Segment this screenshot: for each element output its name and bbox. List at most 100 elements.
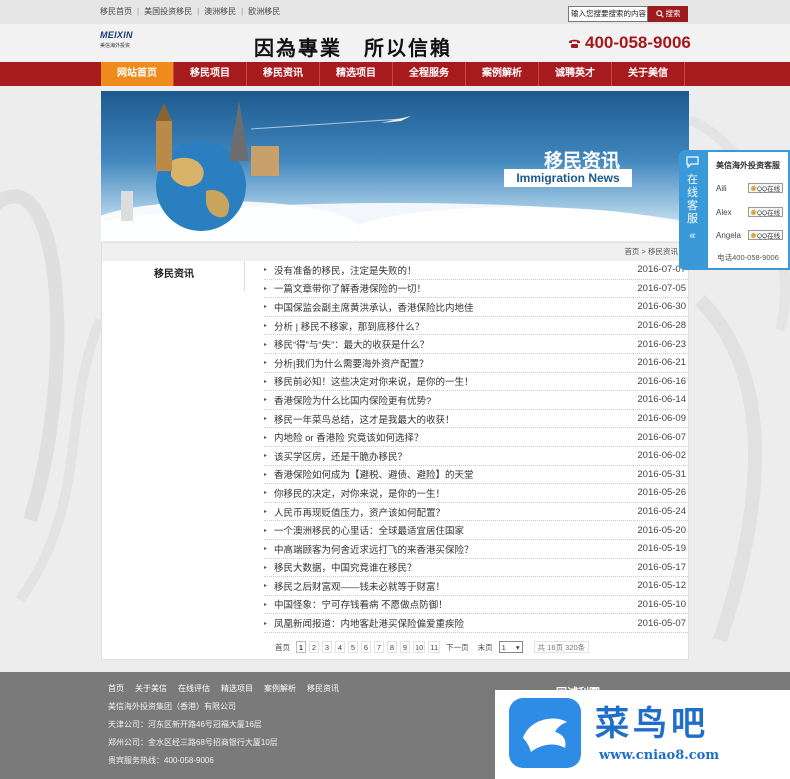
agent-row: Angela QQ在线 xyxy=(708,226,788,244)
page-select[interactable]: 1 ▾ xyxy=(498,641,523,653)
pager-page[interactable]: 6 xyxy=(361,641,371,653)
news-title[interactable]: 中国怪象：宁可存钱看病 不愿做点防御！ xyxy=(274,597,628,611)
search-button[interactable]: 搜索 xyxy=(648,6,688,22)
news-title[interactable]: 移民一年菜鸟总结，这才是我最大的收获！ xyxy=(274,412,628,426)
bullet-icon: ▸ xyxy=(264,583,268,590)
pager-next[interactable]: 下一页 xyxy=(443,642,472,653)
news-title[interactable]: 中高端顾客为何舍近求远打飞的来香港买保险？ xyxy=(274,542,628,556)
pager-last[interactable]: 末页 xyxy=(475,642,496,653)
double-chevron-left-icon: « xyxy=(689,230,696,242)
news-title[interactable]: 分析|我们为什么需要海外资产配置？ xyxy=(274,356,628,370)
pager-page[interactable]: 3 xyxy=(322,641,332,653)
news-row[interactable]: ▸ 内地险 or 香港险 究竟该如何选择？ 2016-06-07 xyxy=(264,428,688,447)
pager-page[interactable]: 5 xyxy=(348,641,358,653)
pager-page[interactable]: 7 xyxy=(374,641,384,653)
footer-link-home[interactable]: 首页 xyxy=(108,683,124,694)
search-icon xyxy=(655,10,664,18)
agent-name: Angela xyxy=(716,230,741,240)
pager-page[interactable]: 9 xyxy=(400,641,410,653)
qq-online-button[interactable]: QQ在线 xyxy=(748,183,784,193)
qq-online-button[interactable]: QQ在线 xyxy=(748,207,784,217)
news-row[interactable]: ▸ 你移民的决定，对你来说，是你的一生！ 2016-05-26 xyxy=(264,484,688,503)
news-row[interactable]: ▸ 移民前必知！这些决定对你来说，是你的一生！ 2016-06-16 xyxy=(264,373,688,392)
top-link-europe[interactable]: 欧洲移民 xyxy=(248,6,280,17)
bullet-icon: ▸ xyxy=(264,601,268,608)
nav-item-featured[interactable]: 精选项目 xyxy=(320,62,393,86)
news-title[interactable]: 凤凰新闻报道：内地客赴港买保险偏爱重疾险 xyxy=(274,616,628,630)
logo-text: MEIXIN xyxy=(100,30,133,40)
news-row[interactable]: ▸ 一篇文章带你了解香港保险的一切！ 2016-07-05 xyxy=(264,280,688,299)
nav-item-services[interactable]: 全程服务 xyxy=(393,62,466,86)
news-row[interactable]: ▸ 香港保险如何成为【避税、避债、避险】的天堂 2016-05-31 xyxy=(264,466,688,485)
pager-page[interactable]: 2 xyxy=(309,641,319,653)
tab-char-2: 线 xyxy=(687,187,698,199)
top-link-australia[interactable]: 澳洲移民 xyxy=(204,6,236,17)
nav-item-home[interactable]: 网站首页 xyxy=(101,62,174,86)
news-row[interactable]: ▸ 该买学区房，还是干脆办移民？ 2016-06-02 xyxy=(264,447,688,466)
footer-link-news[interactable]: 移民资讯 xyxy=(307,683,339,694)
news-row[interactable]: ▸ 分析|我们为什么需要海外资产配置？ 2016-06-21 xyxy=(264,354,688,373)
footer-link-cases[interactable]: 案例解析 xyxy=(264,683,296,694)
pager-first[interactable]: 首页 xyxy=(272,642,293,653)
news-row[interactable]: ▸ 中高端顾客为何舍近求远打飞的来香港买保险？ 2016-05-19 xyxy=(264,540,688,559)
news-title[interactable]: 移民“得”与“失”：最大的收获是什么？ xyxy=(274,337,628,351)
agent-row: Aili QQ在线 xyxy=(708,179,788,197)
top-link-usa[interactable]: 美国投资移民 xyxy=(144,6,192,17)
news-title[interactable]: 没有准备的移民，注定是失败的！ xyxy=(274,263,628,277)
news-title[interactable]: 内地险 or 香港险 究竟该如何选择？ xyxy=(274,430,628,444)
news-row[interactable]: ▸ 人民币再现贬值压力，资产该如何配置？ 2016-05-24 xyxy=(264,503,688,522)
news-row[interactable]: ▸ 凤凰新闻报道：内地客赴港买保险偏爱重疾险 2016-05-07 xyxy=(264,614,688,633)
footer-link-featured[interactable]: 精选项目 xyxy=(221,683,253,694)
footer-link-about[interactable]: 关于美信 xyxy=(135,683,167,694)
nav-item-news[interactable]: 移民资讯 xyxy=(247,62,320,86)
service-heading: 美信海外投资客服 xyxy=(716,161,780,170)
news-date: 2016-06-23 xyxy=(637,338,686,350)
nav-item-projects[interactable]: 移民项目 xyxy=(174,62,247,86)
qq-online-button[interactable]: QQ在线 xyxy=(748,230,784,240)
nav-item-about[interactable]: 关于美信 xyxy=(612,62,685,86)
bird-logo-icon xyxy=(509,698,581,768)
news-date: 2016-05-07 xyxy=(637,617,686,629)
news-title[interactable]: 移民之后财富观——钱未必就等于财富！ xyxy=(274,579,628,593)
news-title[interactable]: 分析 | 移民不移家，那到底移什么？ xyxy=(274,319,628,333)
search-input[interactable]: 输入您搜要搜索的内容 xyxy=(568,6,648,22)
nav-item-careers[interactable]: 诚聘英才 xyxy=(539,62,612,86)
news-row[interactable]: ▸ 中国怪象：宁可存钱看病 不愿做点防御！ 2016-05-10 xyxy=(264,596,688,615)
bullet-icon: ▸ xyxy=(264,267,268,274)
news-title[interactable]: 香港保险如何成为【避税、避债、避险】的天堂 xyxy=(274,467,628,481)
pager-page[interactable]: 1 xyxy=(296,641,306,653)
news-title[interactable]: 一篇文章带你了解香港保险的一切！ xyxy=(274,281,628,295)
pager-page[interactable]: 4 xyxy=(335,641,345,653)
phone-icon xyxy=(569,39,580,48)
news-title[interactable]: 该买学区房，还是干脆办移民？ xyxy=(274,449,628,463)
top-link-home[interactable]: 移民首页 xyxy=(100,6,132,17)
news-row[interactable]: ▸ 移民“得”与“失”：最大的收获是什么？ 2016-06-23 xyxy=(264,335,688,354)
logo[interactable]: MEIXIN 美信海外投资 xyxy=(100,30,142,58)
news-row[interactable]: ▸ 一个澳洲移民的心里话：全球最适宜居住国家 2016-05-20 xyxy=(264,521,688,540)
online-service-tab[interactable]: 在 线 客 服 « xyxy=(679,150,706,270)
news-title[interactable]: 香港保险为什么比国内保险更有优势? xyxy=(274,393,628,407)
news-date: 2016-05-20 xyxy=(637,524,686,536)
news-title[interactable]: 人民币再现贬值压力，资产该如何配置？ xyxy=(274,505,628,519)
pager-page[interactable]: 11 xyxy=(428,641,441,653)
nav-item-cases[interactable]: 案例解析 xyxy=(466,62,539,86)
news-row[interactable]: ▸ 移民之后财富观——钱未必就等于财富！ 2016-05-12 xyxy=(264,577,688,596)
news-row[interactable]: ▸ 没有准备的移民，注定是失败的！ 2016-07-07 xyxy=(264,261,688,280)
pager-page[interactable]: 10 xyxy=(413,641,426,653)
footer-link-assessment[interactable]: 在线评估 xyxy=(178,683,210,694)
tab-char-1: 在 xyxy=(687,174,698,186)
news-row[interactable]: ▸ 移民大数据，中国究竟谁在移民？ 2016-05-17 xyxy=(264,559,688,578)
news-row[interactable]: ▸ 中国保监会副主席黄洪承认，香港保险比内地佳 2016-06-30 xyxy=(264,298,688,317)
agent-name: Alex xyxy=(716,207,732,217)
news-title[interactable]: 你移民的决定，对你来说，是你的一生！ xyxy=(274,486,628,500)
chevron-down-icon: ▾ xyxy=(515,642,520,652)
pager-page[interactable]: 8 xyxy=(387,641,397,653)
news-row[interactable]: ▸ 移民一年菜鸟总结，这才是我最大的收获！ 2016-06-09 xyxy=(264,410,688,429)
logo-subtext: 美信海外投资 xyxy=(100,43,131,49)
news-row[interactable]: ▸ 香港保险为什么比国内保险更有优势? 2016-06-14 xyxy=(264,391,688,410)
news-row[interactable]: ▸ 分析 | 移民不移家，那到底移什么？ 2016-06-28 xyxy=(264,317,688,336)
news-title[interactable]: 中国保监会副主席黄洪承认，香港保险比内地佳 xyxy=(274,300,628,314)
news-title[interactable]: 移民前必知！这些决定对你来说，是你的一生！ xyxy=(274,374,628,388)
news-title[interactable]: 移民大数据，中国究竟谁在移民？ xyxy=(274,560,628,574)
news-title[interactable]: 一个澳洲移民的心里话：全球最适宜居住国家 xyxy=(274,523,628,537)
